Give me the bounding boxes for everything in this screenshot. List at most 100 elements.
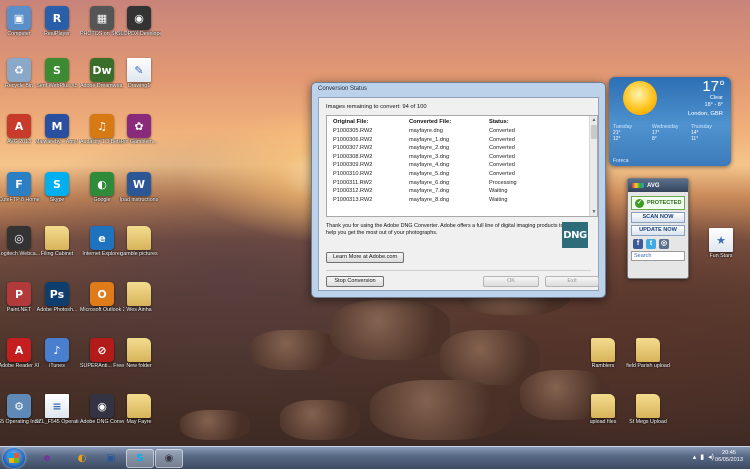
desktop-icon-label: Skype (49, 197, 65, 203)
desktop-icon[interactable]: ▦ PHOTOS on SKY IF (80, 6, 124, 46)
stop-conversion-button[interactable]: Stop Conversion (326, 276, 384, 287)
desktop-icon[interactable]: ⊘SUPERAnti... Free Edition (80, 338, 124, 378)
list-item[interactable]: P1000311.RW2 mayfayre_6.dng Processing (327, 180, 587, 188)
app-icon: ⚙ (7, 394, 31, 418)
list-item[interactable]: P1000312.RW2 mayfayre_7.dng Waiting (327, 188, 587, 196)
converted-file: mayfayre_1.dng (409, 136, 450, 143)
desktop-icon[interactable]: Wes Ainha (118, 282, 160, 322)
original-file: P1000311.RW2 (333, 179, 372, 186)
scroll-down-icon[interactable]: ▼ (591, 209, 597, 215)
forecast-day: Wednesday 17° 8° (652, 124, 692, 143)
desktop-icon[interactable]: ★ Fun Stars (700, 228, 742, 268)
avg-gadget: AVG ✓ PROTECTED SCAN NOW UPDATE NOW f t … (627, 178, 689, 279)
desktop-icon[interactable]: New folder (118, 338, 160, 378)
app-icon: O (90, 282, 114, 306)
list-scrollbar[interactable]: ▲ ▼ (589, 116, 597, 216)
list-item[interactable]: P1000313.RW2 mayfayre_8.dng Waiting (327, 197, 587, 205)
desktop-icon[interactable]: ◐ Google (81, 172, 123, 212)
app-icon: S (45, 58, 69, 82)
desktop-icon[interactable]: ⚙G5 Operating Instructions (0, 394, 41, 434)
desktop-icon[interactable]: ◎ Logitech Webca... (0, 226, 40, 266)
file-status: Converted (489, 162, 515, 169)
desktop-icon[interactable]: upload files (582, 394, 624, 434)
learn-more-button[interactable]: Learn More at Adobe.com (326, 252, 404, 263)
app-icon: M (45, 114, 69, 138)
taskbar-item[interactable]: ◉ (155, 449, 183, 468)
desktop-icon[interactable]: Filing Cabinet (36, 226, 78, 266)
desktop-icon[interactable]: e Internet Explorer (81, 226, 123, 266)
desktop-icon-label: New folder (126, 363, 152, 369)
desktop-icon[interactable]: Ramblers (582, 338, 624, 378)
app-icon: Dw (90, 58, 114, 82)
twitter-icon[interactable]: t (646, 239, 656, 249)
desktop-icon[interactable]: Ps Adobe Photosh... (36, 282, 78, 322)
desktop-icon[interactable]: R RealPlayer (36, 6, 78, 46)
desktop-icon[interactable]: A AVG 2013 (0, 114, 40, 154)
file-status: Converted (489, 153, 515, 160)
scroll-up-icon[interactable]: ▲ (591, 117, 597, 123)
desktop-icon[interactable]: F CuteFTP 8 Home (0, 172, 40, 212)
facebook-icon[interactable]: f (633, 239, 643, 249)
desktop-icon[interactable]: ◉SLOPDX Developer ... (117, 6, 161, 46)
list-item[interactable]: P1000308.RW2 mayfayre_3.dng Converted (327, 154, 587, 162)
taskbar-item[interactable]: S (126, 449, 154, 468)
desktop-icon[interactable]: ✿ Pin Gamblem... (118, 114, 160, 154)
weather-location: London, GBR (687, 111, 723, 117)
converted-file: mayfayre.dng (409, 128, 443, 134)
start-button[interactable] (3, 448, 25, 468)
original-file: P1000308.RW2 (333, 153, 373, 160)
desktop-icon[interactable]: ✎ Drawing1 (118, 58, 160, 98)
desktop-icon-label: field Parish upload (626, 363, 670, 369)
clock-date: 06/05/2013 (715, 457, 743, 463)
list-item[interactable]: P1000307.RW2 mayfayre_2.dng Converted (327, 145, 587, 153)
desktop-icon[interactable]: field Parish upload (626, 338, 670, 378)
conversion-file-list[interactable]: Original File: Converted File: Status: P… (326, 115, 598, 217)
network-icon[interactable]: ▮ (700, 453, 704, 461)
avg-search-input[interactable]: Search (631, 251, 685, 261)
taskbar-item[interactable]: ▣ (97, 449, 125, 468)
desktop-icon[interactable]: ◉Adobe DNG Converter (80, 394, 124, 434)
weather-provider[interactable]: Foreca (613, 158, 629, 164)
avg-scan-now-button[interactable]: SCAN NOW (631, 212, 685, 223)
scroll-thumb[interactable] (591, 125, 597, 139)
app-icon: S (45, 172, 69, 196)
desktop-icon[interactable]: ▣ Computer (0, 6, 40, 46)
desktop-icon[interactable]: gamble pictures (118, 226, 160, 266)
checkmark-icon: ✓ (635, 198, 644, 208)
desktop-icon[interactable]: A Adobe Reader XI (0, 338, 40, 378)
system-clock[interactable]: 20:45 06/05/2013 (712, 450, 746, 464)
desktop-icon[interactable]: St Megs Upload (627, 394, 669, 434)
list-item[interactable]: P1000309.RW2 mayfayre_4.dng Converted (327, 162, 587, 170)
weather-gadget[interactable]: 17° Clear 18° - 8° London, GBR Tuesday 2… (609, 77, 731, 166)
desktop-icon[interactable]: ♪ iTunes (36, 338, 78, 378)
desktop-icon[interactable]: ≡SZL_F545 Operating... (35, 394, 79, 434)
images-remaining-text: Images remaining to convert: 94 of 100 (326, 104, 427, 110)
desktop-icon[interactable]: ♫Audacity 1.3 Beta (Unic... (80, 114, 124, 154)
ok-button[interactable]: OK (483, 276, 539, 287)
taskbar-item[interactable]: e (33, 449, 61, 468)
app-icon: Ps (45, 282, 69, 306)
list-item[interactable]: P1000310.RW2 mayfayre_5.dng Converted (327, 171, 587, 179)
folder-icon (127, 282, 151, 306)
desktop-icon[interactable]: MMalware­by... Anti-Malw... (35, 114, 79, 154)
original-file: P1000310.RW2 (333, 171, 373, 177)
avg-community-icon[interactable]: ◎ (659, 239, 669, 249)
taskbar-item[interactable]: ◐ (68, 449, 96, 468)
desktop-icon-label: Drawing1 (127, 83, 151, 89)
list-item[interactable]: P1000305.RW2 mayfayre.dng Converted (327, 128, 587, 136)
desktop-icon[interactable]: S Serif WebPlus X5 (36, 58, 78, 98)
desktop-icon[interactable]: P Paint.NET (0, 282, 40, 322)
avg-update-now-button[interactable]: UPDATE NOW (631, 225, 685, 236)
desktop-icon[interactable]: S Skype (36, 172, 78, 212)
tray-chevron-icon[interactable]: ▴ (693, 453, 697, 461)
desktop-icon[interactable]: OMicrosoft Outlook 2010 (80, 282, 124, 322)
exit-button[interactable]: Exit (545, 276, 599, 287)
desktop-icon[interactable]: May Fayre (118, 394, 160, 434)
desktop-icon[interactable]: Dw Adobe Dreamwea... (80, 58, 124, 98)
app-icon: P (7, 282, 31, 306)
avg-logo-icon (632, 183, 644, 188)
desktop-icon[interactable]: W Ipad instructions (118, 172, 160, 212)
desktop-icon[interactable]: ♻ Recycle Bin (0, 58, 40, 98)
list-item[interactable]: P1000306.RW2 mayfayre_1.dng Converted (327, 137, 587, 145)
app-icon: A (7, 114, 31, 138)
